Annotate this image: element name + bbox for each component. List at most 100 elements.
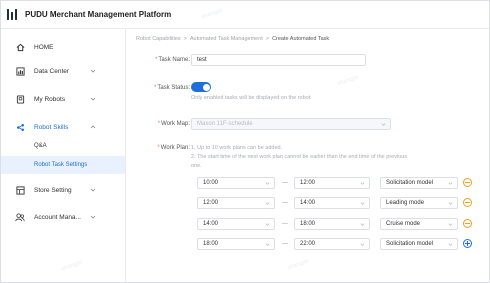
breadcrumb-current: Create Automated Task [272,36,330,42]
sidebar-item-data-center[interactable]: Data Center [1,61,125,81]
watermark: shangjie [286,258,310,272]
main-content: Robot Capabilities > Automated Task Manage… [127,30,489,282]
sidebar-item-account-management[interactable]: Account Mana... [1,207,125,227]
end-time-value: 12:00 [300,180,316,186]
add-plan-button[interactable] [463,239,472,248]
chevron-down-icon [381,123,386,126]
remove-plan-button[interactable] [463,198,472,207]
task-status-toggle[interactable] [191,82,211,92]
work-plan-label: *Work Plan: [135,145,190,151]
work-plan-hint-1: 1. Up to 10 work plans can be added. [191,145,283,151]
chevron-down-icon [90,97,96,101]
mode-select[interactable]: Leading mode [380,197,458,209]
sidebar-item-label: Robot Skills [34,123,69,131]
chevron-up-icon [90,125,96,129]
chevron-down-icon [360,223,365,226]
chart-icon [15,66,25,76]
end-time-select[interactable]: 12:00 [294,177,370,189]
start-time-value: 18:00 [203,241,219,247]
range-dash: — [282,241,288,247]
end-time-select[interactable]: 18:00 [294,218,370,230]
chevron-down-icon [360,202,365,205]
top-header: PUDU Merchant Management Platform [1,1,489,29]
sidebar-item-label: Store Setting [34,186,72,194]
sidebar: HOME Data Center My Robots Robot Skills … [1,29,126,282]
breadcrumb-separator: > [265,36,270,42]
task-status-label: *Task Status: [135,85,190,91]
required-marker: * [157,145,160,151]
chevron-down-icon [448,202,453,205]
start-time-select[interactable]: 18:00 [197,238,275,250]
chevron-down-icon [448,223,453,226]
sidebar-item-robot-skills[interactable]: Robot Skills [1,117,125,137]
end-time-value: 14:00 [300,200,316,206]
plus-icon-vertical [467,241,468,246]
label-text: Work Map: [161,121,190,127]
range-dash: — [282,200,288,206]
label-text: Task Status: [157,85,190,91]
work-map-label: *Work Map: [135,121,190,127]
robot-icon [15,94,25,104]
app-title: PUDU Merchant Management Platform [25,10,172,19]
breadcrumb-separator: > [183,36,187,42]
minus-icon [465,223,470,224]
sidebar-item-label: Data Center [34,67,70,75]
task-name-value: test [197,57,207,63]
sidebar-subitem-qa[interactable]: Q&A [1,137,125,155]
chevron-down-icon [90,215,96,219]
sidebar-item-label: Account Mana... [34,213,81,221]
chevron-down-icon [265,182,270,185]
end-time-select[interactable]: 14:00 [294,197,370,209]
breadcrumb: Robot Capabilities > Automated Task Manage… [136,36,329,42]
start-time-value: 12:00 [203,200,219,206]
sidebar-subitem-robot-task-settings[interactable]: Robot Task Settings [1,156,125,174]
mode-select[interactable]: Solicitation model [380,177,458,189]
work-map-select[interactable]: Maxon 11F-schedule [191,118,391,130]
toggle-knob [202,83,210,91]
end-time-value: 22:00 [300,241,316,247]
mode-value: Leading mode [386,200,425,206]
sidebar-item-my-robots[interactable]: My Robots [1,89,125,109]
start-time-value: 14:00 [203,221,219,227]
sidebar-item-label: HOME [34,43,54,51]
task-name-label: *Task Name: [135,57,190,63]
breadcrumb-link[interactable]: Automated Task Management [190,36,263,42]
label-text: Work Plan: [160,145,190,151]
start-time-select[interactable]: 10:00 [197,177,275,189]
watermark: shangjie [336,74,360,88]
required-marker: * [153,85,157,91]
chevron-down-icon [265,243,270,246]
remove-plan-button[interactable] [463,219,472,228]
app-window: PUDU Merchant Management Platform HOME D… [0,0,490,283]
sidebar-item-home[interactable]: HOME [1,37,125,57]
end-time-value: 18:00 [300,221,316,227]
range-dash: — [282,221,288,227]
pudu-logo-icon [7,9,17,20]
start-time-select[interactable]: 12:00 [197,197,275,209]
work-map-value: Maxon 11F-schedule [197,121,253,127]
required-marker: * [157,121,161,127]
remove-plan-button[interactable] [463,178,472,187]
mode-select[interactable]: Cruise mode [380,218,458,230]
sidebar-item-label: My Robots [34,95,66,103]
chevron-down-icon [448,243,453,246]
mode-select[interactable]: Solicitation model [380,238,458,250]
sidebar-subitem-label: Q&A [34,143,47,149]
mode-value: Solicitation model [386,180,434,186]
start-time-value: 10:00 [203,180,219,186]
mode-value: Cruise mode [386,221,421,227]
end-time-select[interactable]: 22:00 [294,238,370,250]
label-text: Task Name: [158,57,190,63]
chevron-down-icon [90,188,96,192]
task-name-input[interactable]: test [191,54,366,66]
home-icon [15,42,25,52]
start-time-select[interactable]: 14:00 [197,218,275,230]
breadcrumb-link[interactable]: Robot Capabilities [136,36,181,42]
work-plan-hint-2: 2. The start time of the next work plan … [191,154,408,160]
required-marker: * [154,57,158,63]
sidebar-subitem-label: Robot Task Settings [34,162,88,168]
chevron-down-icon [265,223,270,226]
store-icon [15,185,25,195]
chevron-down-icon [360,182,365,185]
sidebar-item-store-setting[interactable]: Store Setting [1,180,125,200]
